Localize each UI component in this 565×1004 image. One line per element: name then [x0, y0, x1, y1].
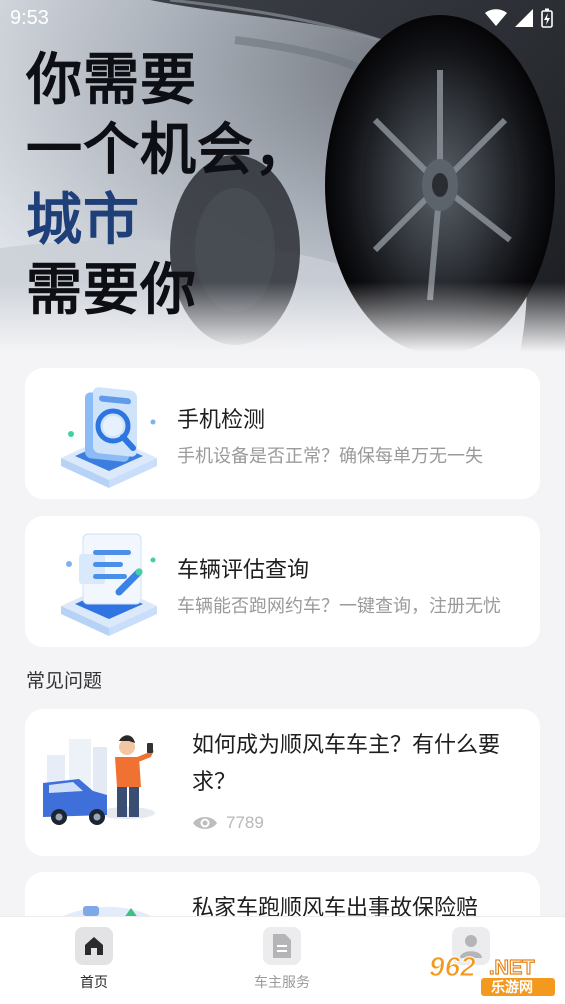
service-title: 车辆评估查询 — [177, 558, 310, 583]
service-card-phone-check[interactable]: 手机检测 手机设备是否正常？确保每单万无一失 — [25, 368, 540, 499]
service-desc: 车辆能否跑网约车？一键查询，注册无忧 — [177, 596, 501, 617]
phone-check-icon — [61, 387, 157, 488]
tab-owner-service[interactable]: 车主服务 — [232, 927, 332, 992]
battery-icon — [541, 8, 553, 28]
site-watermark: 962 .NET 乐游网 — [425, 946, 557, 998]
slogan-line-4: 需要你 — [26, 258, 197, 323]
svg-text:乐游网: 乐游网 — [491, 979, 533, 996]
status-bar: 9:53 — [0, 0, 565, 38]
faq-views: 7789 — [192, 813, 264, 833]
status-time: 9:53 — [10, 7, 49, 29]
watermark-logo: 962 .NET 乐游网 — [429, 951, 555, 996]
home-icon — [75, 927, 113, 965]
service-title: 手机检测 — [177, 408, 266, 433]
faq-item[interactable]: 如何成为顺风车车主？有什么要求？ 7789 — [25, 709, 540, 856]
faq-question: 如何成为顺风车车主？有什么要求？ — [192, 733, 501, 795]
view-count: 7789 — [226, 813, 264, 832]
vehicle-document-icon — [61, 533, 157, 636]
slogan-line-1: 你需要 — [26, 48, 197, 113]
signal-icon — [515, 9, 533, 27]
driver-with-car-illustration — [43, 725, 155, 829]
status-icons — [485, 8, 553, 28]
service-desc: 手机设备是否正常？确保每单万无一失 — [177, 446, 483, 467]
hero-banner[interactable]: 你需要 一个机会， 城市 需要你 — [0, 0, 565, 352]
hero-slogan: 你需要 一个机会， 城市 需要你 — [26, 46, 311, 326]
svg-text:962: 962 — [429, 951, 476, 982]
slogan-line-2: 一个机会， — [26, 118, 311, 183]
tab-label: 首页 — [80, 975, 108, 991]
svg-text:.NET: .NET — [489, 957, 535, 979]
wifi-icon — [485, 9, 507, 26]
eye-icon — [193, 817, 217, 829]
faq-section-title: 常见问题 — [26, 670, 103, 692]
document-icon — [263, 927, 301, 965]
service-card-vehicle-query[interactable]: 车辆评估查询 车辆能否跑网约车？一键查询，注册无忧 — [25, 516, 540, 647]
slogan-line-3: 城市 — [26, 188, 140, 253]
tab-home[interactable]: 首页 — [44, 927, 144, 992]
tab-label: 车主服务 — [254, 975, 310, 991]
